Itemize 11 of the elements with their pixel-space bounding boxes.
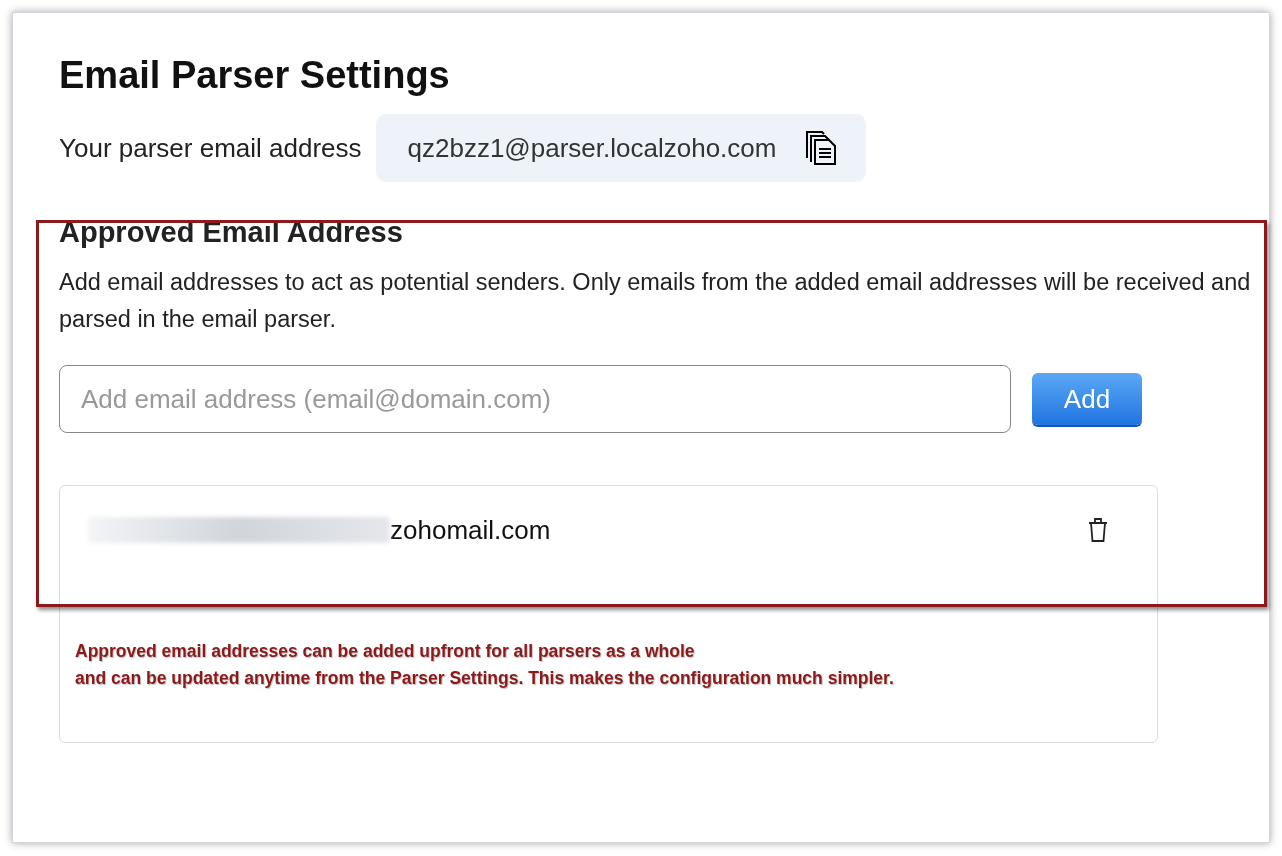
delete-icon[interactable] [1087,517,1109,543]
email-text: zohomail.com [390,513,551,547]
parser-address-text: qz2bzz1@parser.localzoho.com [407,131,777,165]
page-title: Email Parser Settings [59,53,451,98]
email-input-field[interactable]: Add email address (email@domain.com) [59,365,1011,433]
section-description: Add email addresses to act as potential senders. Only emails from the added email addresses will be received and parsed in the email parser. [59,268,1252,334]
copy-icon[interactable] [806,131,839,165]
annotation-text: Approved email addresses can be added upfront for all parsers as a whole [75,640,695,663]
parser-address-label: Your parser email address [59,131,362,165]
add-button[interactable]: Add [1032,373,1142,425]
annotation-text: and can be updated anytime from the Parser Settings. This makes the configuration much simpler. [75,667,894,690]
